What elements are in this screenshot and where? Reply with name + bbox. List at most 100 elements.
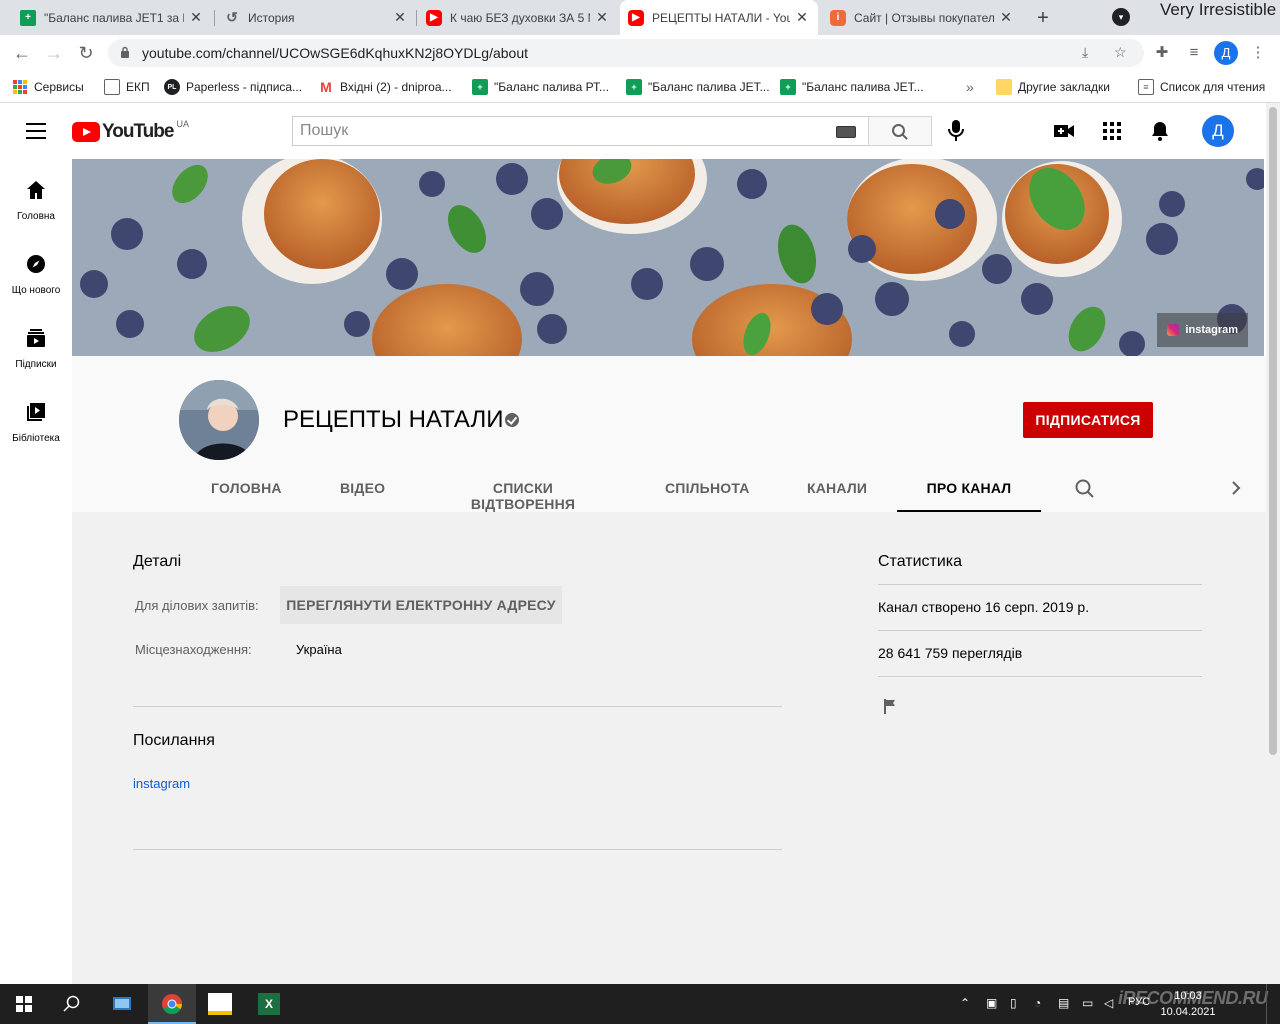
- bookmark-label: Paperless - підписа...: [186, 80, 303, 94]
- guide-sidebar: Головна Що нового Підписки Бібліотека: [0, 159, 72, 984]
- new-tab-button[interactable]: +: [1030, 5, 1056, 31]
- tab-title: История: [248, 10, 295, 25]
- taskbar-fredo[interactable]: [196, 984, 244, 1024]
- browser-tab[interactable]: i Сайт | Отзывы покупател ✕: [822, 0, 1022, 35]
- guide-item-home[interactable]: Головна: [0, 159, 72, 233]
- input-language[interactable]: РУС: [1128, 996, 1150, 1008]
- guide-label: Бібліотека: [12, 433, 60, 444]
- links-title: Посилання: [133, 732, 215, 749]
- address-bar[interactable]: youtube.com/channel/UCOwSGE6dKqhuxKN2j8O…: [108, 39, 1144, 67]
- tab-home[interactable]: ГОЛОВНА: [211, 470, 282, 512]
- youtube-logo[interactable]: YouTube UA: [72, 119, 189, 143]
- keyboard-icon[interactable]: [836, 126, 856, 138]
- banner-instagram-link[interactable]: instagram: [1157, 313, 1248, 347]
- tab-community[interactable]: СПІЛЬНОТА: [665, 470, 749, 512]
- guide-item-explore[interactable]: Що нового: [0, 233, 72, 307]
- create-video-icon[interactable]: [1052, 119, 1076, 143]
- usb-icon[interactable]: ▯: [1010, 996, 1017, 1010]
- bookmark-item[interactable]: + "Баланс палива JET...: [626, 77, 770, 97]
- back-icon[interactable]: ←: [10, 41, 34, 65]
- chrome-icon: [162, 994, 183, 1015]
- bookmark-item[interactable]: PL Paperless - підписа...: [164, 77, 302, 97]
- tab-search-icon[interactable]: ▾: [1112, 8, 1130, 26]
- total-views: 28 641 759 переглядів: [878, 645, 1023, 661]
- sheets-icon: +: [780, 79, 796, 95]
- channel-name: РЕЦЕПТЫ НАТАЛИ: [283, 406, 504, 433]
- subscribe-button[interactable]: ПІДПИСАТИСЯ: [1023, 402, 1153, 438]
- close-icon[interactable]: ✕: [794, 9, 810, 26]
- taskbar-app[interactable]: [98, 984, 146, 1024]
- bookmark-star-icon[interactable]: ☆: [1114, 44, 1127, 61]
- channel-created-date: Канал створено 16 серп. 2019 р.: [878, 599, 1090, 615]
- scrollbar-thumb[interactable]: [1269, 107, 1277, 755]
- close-icon[interactable]: ✕: [998, 9, 1014, 26]
- guide-label: Головна: [17, 211, 55, 222]
- guide-item-library[interactable]: Бібліотека: [0, 381, 72, 455]
- chrome-menu-icon[interactable]: ⋮: [1246, 41, 1270, 65]
- browser-tab[interactable]: ▶ К чаю БЕЗ духовки ЗА 5 М ✕: [418, 0, 618, 35]
- system-clock[interactable]: 10:03 10.04.2021: [1156, 988, 1220, 1020]
- media-control-icon[interactable]: ≡: [1182, 41, 1206, 65]
- tab-about[interactable]: ПРО КАНАЛ: [897, 470, 1041, 512]
- search-input[interactable]: Пошук: [292, 116, 868, 146]
- bookmark-item[interactable]: M Вхідні (2) - dniproa...: [318, 77, 451, 97]
- menu-icon[interactable]: [26, 123, 46, 139]
- close-icon[interactable]: ✕: [594, 9, 610, 26]
- taskbar-chrome[interactable]: [148, 984, 196, 1024]
- tab-videos[interactable]: ВІДЕО: [340, 470, 385, 512]
- chevron-right-icon[interactable]: [1228, 478, 1244, 498]
- library-icon: [27, 403, 45, 421]
- close-icon[interactable]: ✕: [188, 9, 204, 26]
- network-icon[interactable]: ◔: [1034, 996, 1041, 1010]
- guide-item-subscriptions[interactable]: Підписки: [0, 307, 72, 381]
- show-desktop-button[interactable]: [1266, 984, 1280, 1024]
- extensions-icon[interactable]: ✚: [1150, 41, 1174, 65]
- channel-avatar-image: [179, 380, 259, 460]
- instagram-link[interactable]: instagram: [133, 776, 190, 791]
- tray-app-icon[interactable]: ▣: [986, 996, 997, 1010]
- tray-chevron-icon[interactable]: ⌃: [960, 996, 970, 1010]
- tab-channels[interactable]: КАНАЛИ: [807, 470, 867, 512]
- channel-search-icon[interactable]: [1074, 478, 1096, 500]
- report-flag-icon[interactable]: [882, 698, 898, 714]
- install-icon[interactable]: ⤓: [1082, 44, 1088, 61]
- view-email-button[interactable]: ПЕРЕГЛЯНУТИ ЕЛЕКТРОННУ АДРЕСУ: [280, 586, 562, 624]
- taskbar-search[interactable]: [48, 984, 96, 1024]
- bookmark-item[interactable]: Сервисы: [12, 77, 84, 97]
- page-scrollbar[interactable]: [1266, 103, 1280, 984]
- tab-label: ВІДЕО: [340, 480, 386, 496]
- search-icon: [63, 995, 80, 1012]
- channel-avatar[interactable]: [179, 380, 259, 460]
- search-icon: [892, 124, 908, 140]
- browser-tab-active[interactable]: ▶ РЕЦЕПТЫ НАТАЛИ - YouT ✕: [620, 0, 818, 35]
- microphone-icon[interactable]: [946, 119, 966, 143]
- start-button[interactable]: [0, 984, 48, 1024]
- tab-label: СПИСКИ ВІДТВОРЕННЯ: [470, 480, 576, 512]
- bookmark-item[interactable]: ЕКП: [104, 77, 150, 97]
- search-button[interactable]: [868, 116, 932, 146]
- taskbar-excel[interactable]: X: [245, 984, 293, 1024]
- apps-grid-icon[interactable]: [1100, 119, 1124, 143]
- paperless-icon: PL: [164, 79, 180, 95]
- bookmarks-overflow-button[interactable]: »: [966, 77, 974, 97]
- account-avatar[interactable]: Д: [1202, 115, 1234, 147]
- browser-tab[interactable]: + "Баланс палива JET1 за К ✕: [12, 0, 212, 35]
- clock-date: 10.04.2021: [1160, 1006, 1216, 1018]
- banner-link-label: instagram: [1185, 324, 1238, 336]
- close-icon[interactable]: ✕: [392, 9, 408, 26]
- bookmark-item[interactable]: + "Баланс палива JET...: [780, 77, 924, 97]
- chrome-profile-avatar[interactable]: Д: [1214, 41, 1238, 65]
- reload-icon[interactable]: ↻: [74, 41, 98, 65]
- channel-banner: instagram: [72, 159, 1264, 356]
- notifications-bell-icon[interactable]: [1148, 119, 1172, 143]
- bookmark-item[interactable]: + "Баланс палива РТ...: [472, 77, 609, 97]
- battery-icon[interactable]: ▭: [1082, 996, 1093, 1010]
- browser-tab[interactable]: ↺ История ✕: [216, 0, 416, 35]
- bookmark-item[interactable]: ≡ Список для чтения: [1138, 77, 1265, 97]
- tab-playlists[interactable]: СПИСКИ ВІДТВОРЕННЯ: [445, 470, 601, 512]
- volume-icon[interactable]: ◁: [1104, 996, 1113, 1010]
- forward-icon[interactable]: →: [42, 41, 66, 65]
- bookmark-item[interactable]: Другие закладки: [996, 77, 1110, 97]
- location-value: Україна: [296, 642, 342, 657]
- tray-app-icon[interactable]: ▤: [1058, 996, 1069, 1010]
